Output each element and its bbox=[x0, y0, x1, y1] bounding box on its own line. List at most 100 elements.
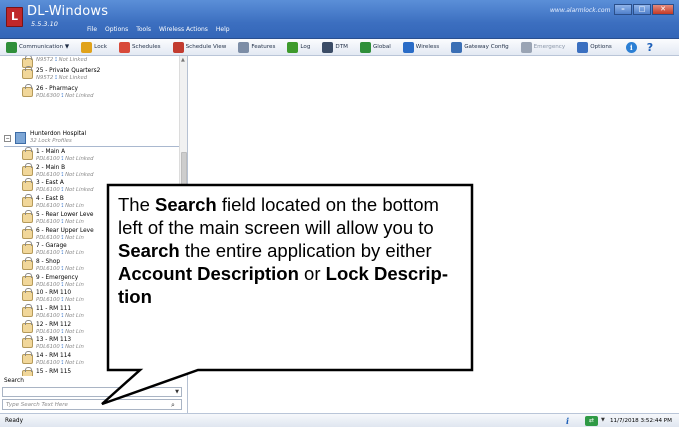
lock-model: PDL6100 bbox=[36, 218, 60, 225]
tree-lock-item[interactable]: 2 - Main B PDL6100 ⟟ Not Linked bbox=[22, 162, 176, 179]
maximize-button[interactable]: □ bbox=[633, 4, 651, 15]
menu-help[interactable]: Help bbox=[216, 26, 230, 33]
link-status: Not Lin bbox=[65, 344, 84, 351]
toolbar-label: Schedules bbox=[131, 44, 161, 50]
toolbar-gateway-config-button[interactable]: Gateway Config bbox=[445, 39, 514, 56]
toolbar-label: Schedule View bbox=[185, 44, 227, 50]
lock-title: 3 - East A bbox=[36, 180, 64, 187]
network-status-icon[interactable]: ⇄ bbox=[585, 416, 598, 426]
link-status: Not Lin bbox=[65, 250, 84, 257]
callout-segment: Search bbox=[155, 194, 217, 215]
lock-title: 13 - RM 113 bbox=[36, 337, 72, 344]
toolbar-schedules-button[interactable]: Schedules bbox=[113, 39, 167, 56]
toolbar-label: Gateway Config bbox=[464, 44, 509, 50]
tree-lock-item[interactable]: 26 - Pharmacy PDL6300 ⟟ Not Linked bbox=[22, 84, 176, 100]
tree-group-hunterdon-hospital[interactable]: − Hunterdon Hospital 32 Lock Profiles bbox=[4, 131, 180, 147]
collapse-icon[interactable]: − bbox=[4, 135, 11, 142]
link-status: Not Linked bbox=[65, 187, 94, 194]
status-text: Ready bbox=[5, 418, 23, 424]
toolbar-log-button[interactable]: Log bbox=[281, 39, 316, 56]
toolbar-dtm-button[interactable]: DTM bbox=[316, 39, 354, 56]
search-icon[interactable]: ⌕ bbox=[171, 401, 175, 410]
tree-lock-item[interactable]: 14 - RM 114 PDL6100 ⟟ Not Lin bbox=[22, 351, 176, 367]
menu-wireless-actions[interactable]: Wireless Actions bbox=[159, 26, 208, 33]
lock-icon bbox=[22, 178, 33, 192]
link-status: Not Linked bbox=[65, 171, 94, 178]
toolbar-lock-button[interactable]: Lock bbox=[75, 39, 113, 56]
chevron-down-icon[interactable]: ▼ bbox=[175, 388, 179, 397]
lock-icon bbox=[22, 225, 33, 239]
lock-status: PDL6100 ⟟ Not Lin bbox=[36, 282, 84, 289]
app-logo-icon: L bbox=[6, 7, 23, 27]
toolbar-label: Log bbox=[300, 44, 311, 50]
lock-status: PDL6100 ⟟ Not Linked bbox=[36, 172, 94, 179]
toolbar-label: Emergency bbox=[533, 44, 566, 50]
search-type-select[interactable]: ▼ bbox=[2, 387, 182, 397]
toolbar-label: Options bbox=[590, 44, 612, 50]
help-icon[interactable]: ? bbox=[647, 41, 653, 54]
network-dropdown-icon[interactable]: ▼ bbox=[601, 417, 605, 423]
lock-status: PDL6100 ⟟ Not Lin bbox=[36, 235, 84, 242]
toolbar-features-button[interactable]: Features bbox=[232, 39, 281, 56]
about-info-icon[interactable]: i bbox=[625, 41, 637, 53]
lock-model: PDL6100 bbox=[36, 344, 60, 351]
search-input[interactable] bbox=[2, 399, 182, 410]
main-toolbar: Communication ▼ Lock Schedules Schedule Vie… bbox=[0, 39, 679, 56]
tree-lock-item[interactable]: 1 - Main A PDL6100 ⟟ Not Linked bbox=[22, 147, 176, 163]
toolbar-options-button[interactable]: Options bbox=[571, 39, 618, 56]
lock-model: PDL6100 bbox=[36, 328, 60, 335]
toolbar-global-button[interactable]: Global bbox=[354, 39, 397, 56]
link-status: Not Lin bbox=[65, 218, 84, 225]
status-datetime: 11/7/2018 3:52:44 PM bbox=[610, 418, 673, 424]
lock-icon bbox=[81, 41, 93, 53]
link-status: Not Linked bbox=[58, 75, 88, 81]
gateway-config-icon bbox=[451, 41, 463, 53]
menu-tools[interactable]: Tools bbox=[136, 26, 151, 33]
status-bar: Ready i ⇄ ▼ 11/7/2018 3:52:44 PM bbox=[0, 413, 679, 427]
menu-options[interactable]: Options bbox=[105, 26, 128, 33]
link-status: Not Lin bbox=[65, 328, 84, 335]
lock-model: N95T2 bbox=[36, 57, 54, 63]
lock-title: 26 - Pharmacy bbox=[36, 86, 78, 92]
toolbar-label: Wireless bbox=[415, 44, 440, 50]
lock-icon bbox=[22, 147, 33, 160]
toolbar-label: Global bbox=[372, 44, 391, 50]
info-icon[interactable]: i bbox=[566, 416, 569, 426]
lock-model: N95T2 bbox=[36, 75, 54, 81]
link-status: Not Lin bbox=[65, 313, 84, 319]
menu-file[interactable]: File bbox=[87, 26, 97, 33]
toolbar-schedule-view-button[interactable]: Schedule View bbox=[167, 39, 233, 56]
lock-title: 2 - Main B bbox=[36, 164, 66, 171]
lock-model: PDL6100 bbox=[36, 171, 60, 178]
tree-lock-item[interactable]: 15 - RM 115PDL6100 ⟟ Not Linked bbox=[22, 366, 176, 376]
close-button[interactable]: ✕ bbox=[652, 4, 674, 15]
lock-status: PDL6100 ⟟ Not Lin bbox=[36, 266, 84, 273]
lock-icon bbox=[22, 272, 33, 286]
lock-icon bbox=[22, 366, 33, 376]
lock-model: PDL6100 bbox=[36, 265, 60, 272]
lock-status: PDL6100 ⟟ Not Lin bbox=[36, 360, 84, 367]
lock-status: PDL6100 ⟟ Not Linked bbox=[36, 187, 94, 194]
toolbar-wireless-button[interactable]: Wireless bbox=[397, 39, 445, 56]
group-subtitle: 32 Lock Profiles bbox=[30, 138, 72, 144]
lock-title: 15 - RM 115 bbox=[36, 368, 72, 375]
tree-lock-item[interactable]: 25 - Private Quarters2 N95T2 ⟟ Not Linked bbox=[22, 66, 176, 82]
scroll-up-icon[interactable]: ▲ bbox=[181, 57, 185, 63]
minimize-button[interactable]: – bbox=[614, 4, 632, 15]
lock-model: PDL6100 bbox=[36, 234, 60, 241]
lock-icon bbox=[22, 241, 33, 255]
lock-title: 6 - Rear Upper Leve bbox=[36, 227, 94, 234]
lock-title: 25 - Private Quarters2 bbox=[36, 68, 101, 74]
tree-lock-item[interactable]: 13 - RM 113 PDL6100 ⟟ Not Lin bbox=[22, 335, 176, 351]
lock-icon bbox=[22, 194, 33, 208]
callout-segment: The bbox=[118, 194, 156, 215]
lock-status: PDL6100 ⟟ Not Linked bbox=[36, 156, 94, 163]
toolbar-label: DTM bbox=[335, 44, 348, 50]
tree-lock-item[interactable]: 11 - RM 111 PDL6100 ⟟ Not Lin bbox=[22, 304, 176, 320]
toolbar-communication-button[interactable]: Communication ▼ bbox=[0, 39, 75, 56]
lock-status: PDL6100 ⟟ Not Lin bbox=[36, 329, 84, 336]
lock-model: PDL6100 bbox=[36, 313, 60, 319]
toolbar-emergency-button[interactable]: Emergency bbox=[515, 39, 572, 56]
lock-icon bbox=[22, 84, 33, 97]
tree-lock-item[interactable]: 12 - RM 112 PDL6100 ⟟ Not Lin bbox=[22, 319, 176, 336]
